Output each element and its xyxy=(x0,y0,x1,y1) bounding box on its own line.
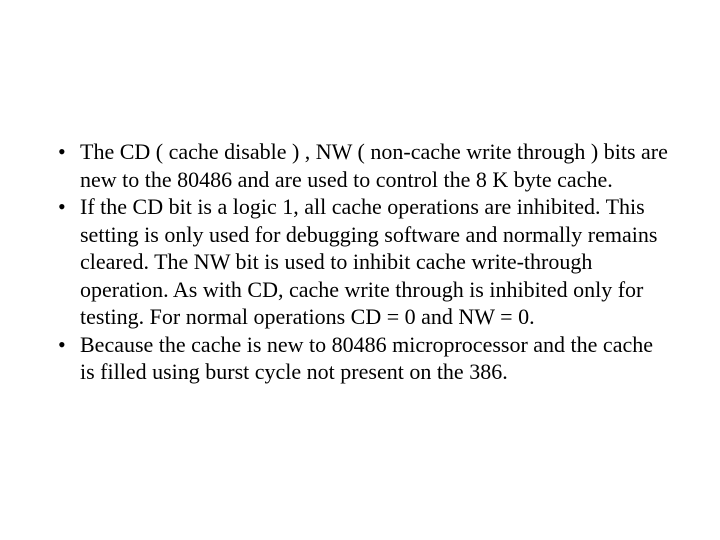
bullet-text: The CD ( cache disable ) , NW ( non-cach… xyxy=(80,139,668,192)
list-item: The CD ( cache disable ) , NW ( non-cach… xyxy=(50,138,670,193)
bullet-text: Because the cache is new to 80486 microp… xyxy=(80,332,653,385)
list-item: If the CD bit is a logic 1, all cache op… xyxy=(50,193,670,331)
bullet-list: The CD ( cache disable ) , NW ( non-cach… xyxy=(50,138,670,386)
bullet-text: If the CD bit is a logic 1, all cache op… xyxy=(80,194,657,329)
list-item: Because the cache is new to 80486 microp… xyxy=(50,331,670,386)
